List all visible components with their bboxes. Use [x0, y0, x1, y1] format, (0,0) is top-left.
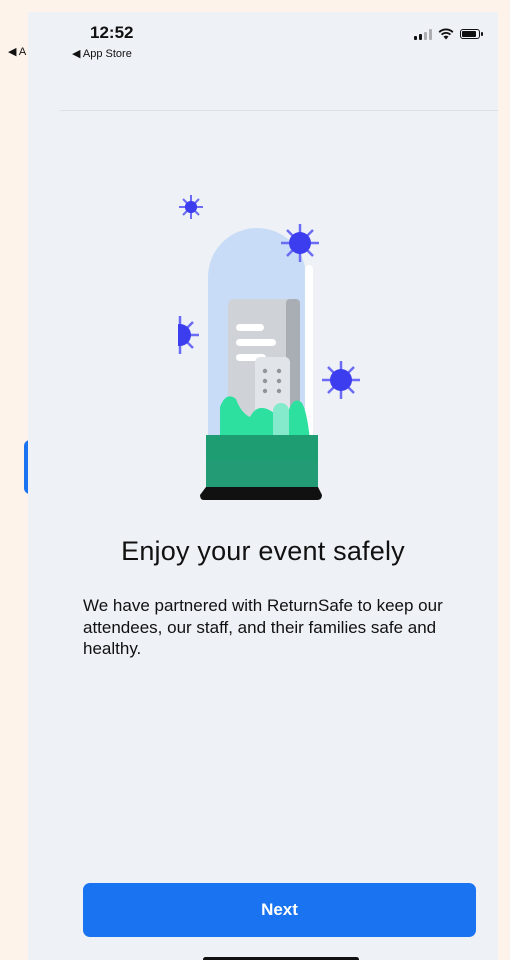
virus-icon — [178, 316, 199, 354]
onboarding-screen: 12:52 ◀ App Store Enjoy your event safel… — [28, 12, 498, 960]
back-to-app-store-link[interactable]: ◀ App Store — [72, 47, 132, 60]
battery-icon — [460, 29, 483, 39]
signal-icon — [414, 28, 432, 40]
previous-screen-peek: ◀ A — [0, 0, 30, 960]
page-title: Enjoy your event safely — [121, 536, 405, 566]
description-text: We have partnered with ReturnSafe to kee… — [83, 596, 443, 658]
virus-icon — [322, 361, 360, 399]
virus-icon — [179, 195, 203, 219]
header-divider — [60, 110, 498, 111]
safe-event-illustration — [178, 195, 360, 500]
status-time: 12:52 — [90, 23, 134, 42]
status-icons — [414, 28, 483, 40]
next-button[interactable]: Next — [83, 883, 476, 937]
peek-back-label: ◀ A — [8, 46, 27, 58]
background — [0, 0, 510, 12]
wifi-icon — [438, 28, 454, 40]
